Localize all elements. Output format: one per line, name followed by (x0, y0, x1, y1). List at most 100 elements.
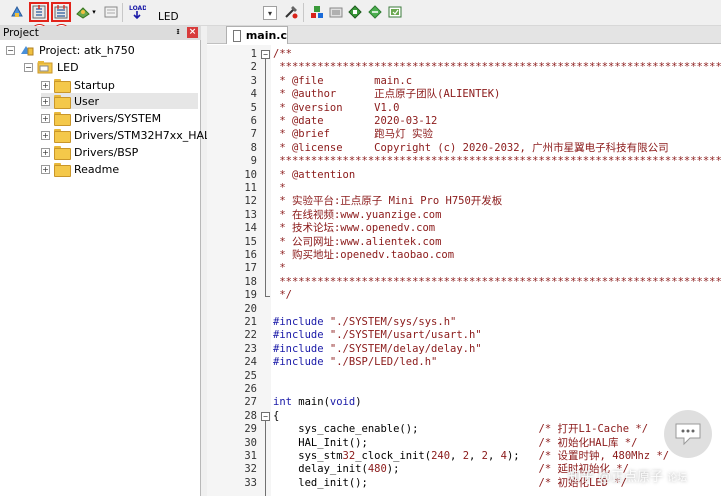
project-root-label: Project: atk_h750 (39, 43, 135, 57)
code-line[interactable]: 10 * @attention (207, 169, 721, 182)
code-line[interactable]: 11 * (207, 182, 721, 195)
expand-icon[interactable]: + (41, 147, 50, 157)
code-line[interactable]: 26 (207, 383, 721, 396)
code-line[interactable]: 28−{ (207, 410, 721, 423)
code-text: * 购买地址:openedv.taobao.com (273, 249, 455, 261)
code-text: #include "./SYSTEM/delay/delay.h" (273, 342, 482, 355)
code-line[interactable]: 12 * 实验平台:正点原子 Mini Pro H750开发板 (207, 195, 721, 208)
code-line[interactable]: 4 * @author 正点原子团队(ALIENTEK) (207, 88, 721, 101)
batch-dropdown-icon[interactable]: ▾ (90, 3, 98, 21)
code-text: */ (273, 289, 292, 302)
fold-toggle-icon[interactable]: − (261, 411, 270, 421)
expand-icon[interactable]: + (41, 96, 50, 106)
code-line[interactable]: 8 * @license Copyright (c) 2020-2032, 广州… (207, 142, 721, 155)
group-label: Readme (74, 162, 120, 176)
code-line[interactable]: 22 #include "./SYSTEM/usart/usart.h" (207, 329, 721, 342)
line-number: 1 (250, 48, 257, 60)
code-line[interactable]: 9 **************************************… (207, 155, 721, 168)
collapse-icon[interactable]: − (6, 45, 15, 55)
target-item[interactable]: − LED (24, 59, 79, 75)
code-line[interactable]: 31 sys_stm32_clock_init(240, 2, 2, 4); /… (207, 450, 721, 463)
line-number: 23 (244, 342, 257, 355)
toolbar-separator (122, 3, 123, 22)
line-number: 7 (250, 128, 257, 141)
pin-icon[interactable]: ᵻ (173, 27, 183, 38)
code-line[interactable]: 14 * 技术论坛:www.openedv.com (207, 222, 721, 235)
expand-icon[interactable]: + (41, 164, 50, 174)
code-line[interactable]: 20 (207, 303, 721, 316)
group-item-readme[interactable]: + Readme (41, 161, 119, 177)
close-icon[interactable]: × (187, 27, 198, 38)
line-number: 9 (250, 155, 257, 168)
pack-installer-icon[interactable] (366, 3, 384, 21)
code-line[interactable]: 17 * (207, 262, 721, 275)
code-line[interactable]: 21 #include "./SYSTEM/sys/sys.h" (207, 316, 721, 329)
line-number: 24 (244, 356, 257, 369)
code-line[interactable]: 29 sys_cache_enable(); /* 打开L1-Cache */ (207, 423, 721, 436)
expand-icon[interactable]: + (41, 113, 50, 123)
options-for-target-icon[interactable] (282, 3, 300, 21)
code-text: * (273, 262, 286, 275)
code-line[interactable]: 5 * @version V1.0 (207, 102, 721, 115)
manage-rte-icon[interactable] (346, 3, 364, 21)
code-line[interactable]: 30 HAL_Init(); /* 初始化HAL库 */ (207, 437, 721, 450)
line-number: 16 (244, 249, 257, 261)
line-number: 18 (244, 275, 257, 288)
fold-toggle-icon[interactable]: − (261, 50, 270, 59)
collapse-icon[interactable]: − (24, 62, 33, 72)
folder-icon (54, 79, 71, 93)
fold-guide-end (265, 296, 270, 298)
code-line[interactable]: 1−/** (207, 48, 721, 61)
line-number: 28 (244, 409, 257, 422)
toolbar-separator (303, 3, 304, 22)
svg-text:LOAD: LOAD (129, 5, 146, 12)
project-panel: Project ᵻ × − Project: atk_h750 − LED + … (0, 26, 232, 496)
line-number: 15 (244, 235, 257, 248)
editor-pane: main.c 1−/** 2 **************************… (207, 26, 721, 496)
translate-icon[interactable] (8, 3, 26, 21)
manage-project-icon[interactable] (308, 3, 326, 21)
group-item-drivers-bsp[interactable]: + Drivers/BSP (41, 144, 138, 160)
stop-build-icon[interactable] (102, 3, 120, 21)
code-line[interactable]: 19 */ (207, 289, 721, 302)
code-line[interactable]: 7 * @brief 跑马灯 实验 (207, 128, 721, 141)
code-text: #include "./SYSTEM/sys/sys.h" (273, 316, 457, 328)
expand-icon[interactable]: + (41, 130, 50, 140)
tab-main-c[interactable]: main.c (226, 26, 288, 44)
code-line[interactable]: 25 (207, 370, 721, 383)
group-item-user[interactable]: + User (41, 93, 198, 109)
group-item-startup[interactable]: + Startup (41, 77, 115, 93)
code-line[interactable]: 24 #include "./BSP/LED/led.h" (207, 356, 721, 369)
folder-icon (54, 95, 71, 109)
code-editor[interactable]: 1−/** 2 *********************************… (207, 45, 721, 496)
code-line[interactable]: 27 int main(void) (207, 396, 721, 409)
code-line[interactable]: 3 * @file main.c (207, 75, 721, 88)
code-line[interactable]: 15 * 公司网址:www.alientek.com (207, 236, 721, 249)
select-packs-icon[interactable] (327, 3, 345, 21)
project-panel-title: Project (3, 27, 39, 39)
component-icon[interactable] (386, 3, 404, 21)
target-folder-icon (37, 61, 53, 74)
code-line[interactable]: 13 * 在线视频:www.yuanzige.com (207, 209, 721, 222)
project-panel-header: Project ᵻ × (0, 26, 201, 40)
code-text: * @brief 跑马灯 实验 (273, 128, 433, 141)
project-root-item[interactable]: − Project: atk_h750 (6, 42, 135, 58)
target-dropdown-arrow[interactable]: ▾ (263, 6, 277, 20)
expand-icon[interactable]: + (41, 80, 50, 90)
code-line[interactable]: 16 * 购买地址:openedv.taobao.com (207, 249, 721, 262)
group-item-drivers-system[interactable]: + Drivers/SYSTEM (41, 110, 161, 126)
line-number: 8 (250, 141, 257, 154)
group-item-drivers-hal[interactable]: + Drivers/STM32H7xx_HAL_Dri (41, 127, 232, 143)
line-number: 25 (244, 369, 257, 382)
code-line[interactable]: 6 * @date 2020-03-12 (207, 115, 721, 128)
line-number: 13 (244, 208, 257, 221)
build-icon[interactable] (29, 2, 49, 22)
code-line[interactable]: 2 **************************************… (207, 61, 721, 74)
code-text: * @attention (273, 168, 356, 181)
code-line[interactable]: 23 #include "./SYSTEM/delay/delay.h" (207, 343, 721, 356)
rebuild-icon[interactable] (51, 2, 71, 22)
download-icon[interactable]: LOAD (128, 3, 146, 21)
target-select[interactable]: LED (154, 10, 256, 26)
group-label: User (74, 94, 100, 108)
code-line[interactable]: 18 *************************************… (207, 276, 721, 289)
